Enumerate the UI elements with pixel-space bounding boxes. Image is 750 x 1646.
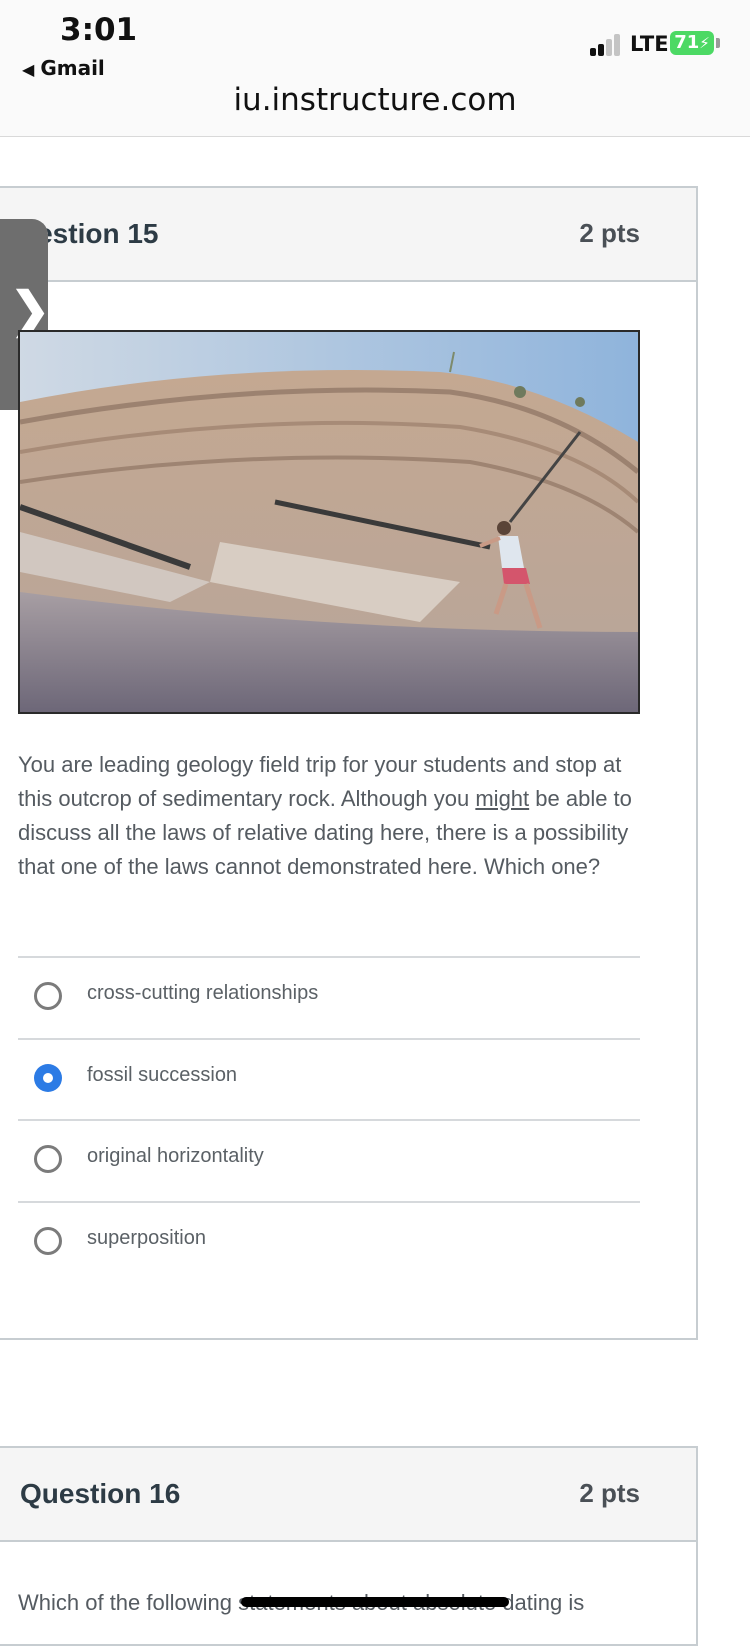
battery-tip [716, 38, 720, 48]
question-points: 2 pts [579, 218, 640, 248]
question-title: Question 16 [20, 1478, 181, 1509]
address-bar-url[interactable]: iu.instructure.com [0, 82, 750, 118]
cell-signal-icon [590, 34, 626, 56]
radio-button[interactable] [34, 1145, 62, 1173]
back-to-app-button[interactable]: ◀ Gmail [22, 56, 105, 80]
answer-label[interactable]: original horizontality [87, 1145, 264, 1168]
question-image [18, 330, 640, 714]
answer-label[interactable]: superposition [87, 1227, 206, 1250]
question-points: 2 pts [579, 1478, 640, 1508]
battery-level: 71 [674, 32, 700, 53]
status-time: 3:01 [60, 12, 138, 48]
answer-label[interactable]: fossil succession [87, 1064, 237, 1087]
radio-button[interactable] [34, 982, 62, 1010]
question-text-emphasis: might [475, 786, 530, 811]
status-bar: 3:01 ◀ Gmail LTE 71⚡ iu.instructure.com [0, 0, 750, 137]
network-type: LTE [630, 32, 669, 56]
back-app-label: Gmail [40, 56, 105, 80]
radio-button-selected[interactable] [34, 1064, 62, 1092]
answer-option[interactable]: cross-cutting relationships [18, 956, 640, 1036]
answer-option[interactable]: superposition [18, 1201, 640, 1281]
battery-charging-icon: 71⚡ [670, 31, 714, 55]
question-text: You are leading geology field trip for y… [18, 748, 658, 884]
answer-label[interactable]: cross-cutting relationships [87, 982, 318, 1005]
question-header: Question 16 2 pts [0, 1448, 696, 1542]
question-card-16: Question 16 2 pts [0, 1446, 698, 1646]
answer-option[interactable]: original horizontality [18, 1119, 640, 1199]
question-header: uestion 15 2 pts [0, 188, 696, 282]
radio-button[interactable] [34, 1227, 62, 1255]
answer-option[interactable]: fossil succession [18, 1038, 640, 1118]
chevron-right-icon: ❯ [10, 284, 51, 337]
home-indicator[interactable] [241, 1597, 509, 1607]
back-triangle-icon: ◀ [22, 60, 35, 79]
